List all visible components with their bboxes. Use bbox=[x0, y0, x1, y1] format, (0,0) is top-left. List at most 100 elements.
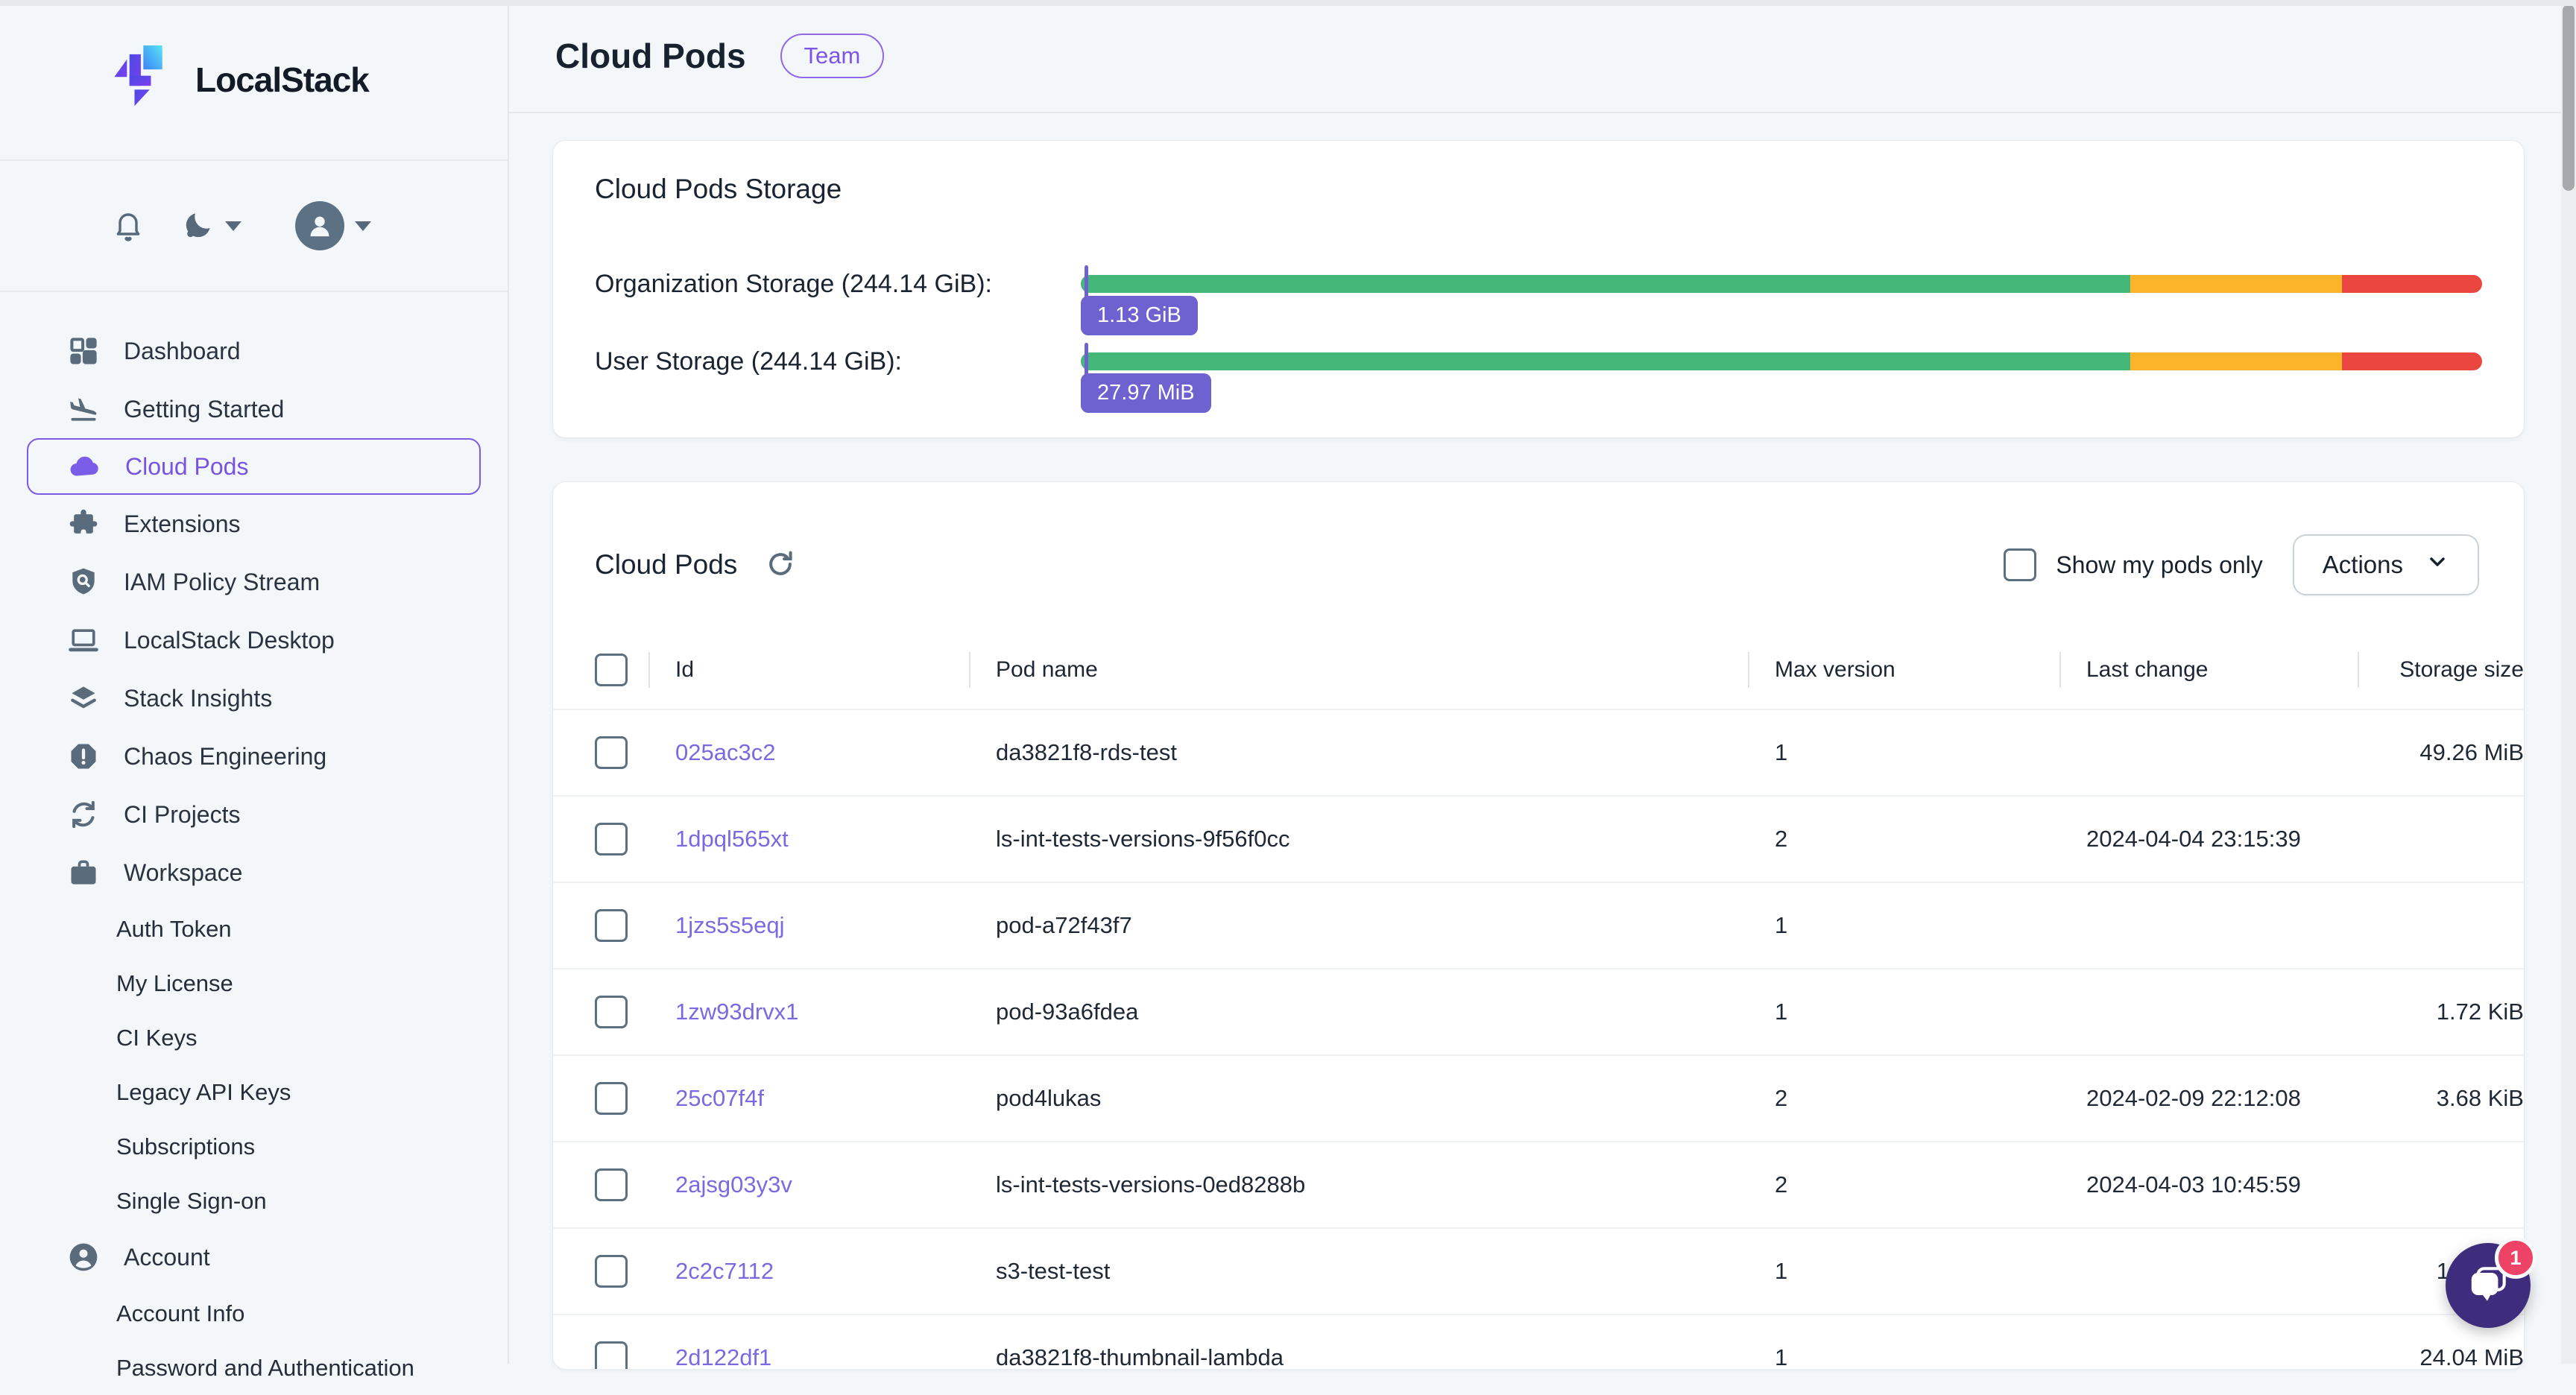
pod-storage-size: 49.26 MiB bbox=[2358, 739, 2524, 766]
avatar bbox=[295, 201, 344, 250]
pods-table: Id Pod name Max version Last change Stor… bbox=[553, 631, 2524, 1370]
table-row: 2d122df1 da3821f8-thumbnail-lambda 1 24.… bbox=[553, 1315, 2524, 1370]
refresh-button[interactable] bbox=[764, 548, 797, 583]
sidebar-item-account[interactable]: Account bbox=[0, 1228, 508, 1286]
show-my-pods-label: Show my pods only bbox=[2056, 551, 2262, 579]
sidebar-item-label: Chaos Engineering bbox=[124, 743, 326, 771]
theme-toggle-button[interactable] bbox=[182, 209, 242, 244]
localstack-logo-icon bbox=[112, 42, 177, 118]
sidebar-item-extensions[interactable]: Extensions bbox=[0, 495, 508, 553]
sidebar-item-cloud-pods[interactable]: Cloud Pods bbox=[27, 438, 481, 495]
bar-segment-amber bbox=[2130, 275, 2342, 293]
sidebar-icon-bar bbox=[0, 161, 508, 292]
sidebar-item-label: Subscriptions bbox=[116, 1133, 255, 1160]
sidebar: LocalStack bbox=[0, 0, 509, 1364]
sidebar-item-iam-policy-stream[interactable]: IAM Policy Stream bbox=[0, 553, 508, 611]
pod-id-link[interactable]: 025ac3c2 bbox=[675, 739, 775, 766]
sidebar-item-localstack-desktop[interactable]: LocalStack Desktop bbox=[0, 611, 508, 669]
logo[interactable]: LocalStack bbox=[0, 0, 508, 161]
pod-id-link[interactable]: 1zw93drvx1 bbox=[675, 999, 798, 1025]
laptop-icon bbox=[66, 622, 101, 658]
sidebar-item-account-info[interactable]: Account Info bbox=[0, 1286, 508, 1341]
table-header-row: Id Pod name Max version Last change Stor… bbox=[553, 631, 2524, 710]
sidebar-item-label: Getting Started bbox=[124, 396, 284, 423]
sidebar-item-single-sign-on[interactable]: Single Sign-on bbox=[0, 1174, 508, 1228]
bar-segment-amber bbox=[2130, 352, 2342, 370]
sidebar-item-password-and-authentication[interactable]: Password and Authentication bbox=[0, 1341, 508, 1395]
alert-octagon-icon bbox=[66, 738, 101, 774]
sidebar-item-label: CI Projects bbox=[124, 801, 240, 829]
sidebar-item-label: Single Sign-on bbox=[116, 1188, 267, 1215]
scrollbar-track[interactable] bbox=[2561, 0, 2576, 1364]
pod-id-link[interactable]: 25c07f4f bbox=[675, 1085, 764, 1112]
pod-max-version: 1 bbox=[1748, 739, 2059, 766]
show-my-pods-checkbox[interactable] bbox=[2004, 548, 2036, 581]
sidebar-item-label: LocalStack Desktop bbox=[124, 627, 335, 654]
chevron-down-icon bbox=[2425, 550, 2449, 580]
chat-widget-button[interactable]: 1 bbox=[2446, 1243, 2531, 1328]
sidebar-item-subscriptions[interactable]: Subscriptions bbox=[0, 1119, 508, 1174]
pod-name: ls-int-tests-versions-9f56f0cc bbox=[969, 826, 1748, 852]
pod-max-version: 1 bbox=[1748, 1344, 2059, 1370]
page-title: Cloud Pods bbox=[555, 36, 746, 76]
row-checkbox[interactable] bbox=[595, 823, 628, 855]
column-header-max-version: Max version bbox=[1748, 652, 2059, 688]
sidebar-item-getting-started[interactable]: Getting Started bbox=[0, 380, 508, 438]
row-checkbox[interactable] bbox=[595, 909, 628, 942]
notifications-button[interactable] bbox=[110, 207, 146, 245]
sidebar-item-stack-insights[interactable]: Stack Insights bbox=[0, 669, 508, 727]
pod-id-link[interactable]: 1jzs5s5eqj bbox=[675, 912, 784, 939]
pod-name: da3821f8-rds-test bbox=[969, 739, 1748, 766]
pod-name: pod4lukas bbox=[969, 1085, 1748, 1112]
sidebar-item-ci-keys[interactable]: CI Keys bbox=[0, 1010, 508, 1065]
sidebar-item-dashboard[interactable]: Dashboard bbox=[0, 322, 508, 380]
user-storage-label: User Storage (244.14 GiB): bbox=[595, 347, 1081, 376]
row-checkbox[interactable] bbox=[595, 1082, 628, 1115]
select-all-checkbox[interactable] bbox=[595, 654, 628, 686]
moon-icon bbox=[182, 209, 215, 244]
pod-storage-size: 3.68 KiB bbox=[2358, 1085, 2524, 1112]
sidebar-item-ci-projects[interactable]: CI Projects bbox=[0, 785, 508, 844]
dashboard-icon bbox=[66, 333, 101, 369]
pod-id-link[interactable]: 2c2c7112 bbox=[675, 1258, 774, 1285]
sidebar-item-auth-token[interactable]: Auth Token bbox=[0, 902, 508, 956]
sidebar-item-label: Account bbox=[124, 1244, 210, 1271]
pod-name: da3821f8-thumbnail-lambda bbox=[969, 1344, 1748, 1370]
sidebar-item-label: Stack Insights bbox=[124, 685, 272, 712]
scrollbar-thumb[interactable] bbox=[2563, 4, 2575, 191]
sidebar-item-label: My License bbox=[116, 970, 233, 997]
pod-storage-size: 24.04 MiB bbox=[2358, 1344, 2524, 1370]
organization-storage-row: Organization Storage (244.14 GiB): 1.13 … bbox=[595, 269, 2482, 299]
sidebar-item-workspace[interactable]: Workspace bbox=[0, 844, 508, 902]
bar-segment-red bbox=[2342, 352, 2482, 370]
column-header-last-change: Last change bbox=[2059, 652, 2358, 688]
pod-max-version: 2 bbox=[1748, 1171, 2059, 1198]
pod-max-version: 1 bbox=[1748, 999, 2059, 1025]
row-checkbox[interactable] bbox=[595, 1255, 628, 1288]
puzzle-icon bbox=[66, 506, 101, 542]
actions-button[interactable]: Actions bbox=[2293, 534, 2479, 595]
team-badge: Team bbox=[780, 34, 885, 78]
person-circle-icon bbox=[66, 1239, 101, 1275]
account-menu-button[interactable] bbox=[295, 201, 371, 250]
table-row: 2ajsg03y3v ls-int-tests-versions-0ed8288… bbox=[553, 1142, 2524, 1229]
shield-search-icon bbox=[66, 564, 101, 600]
sidebar-item-chaos-engineering[interactable]: Chaos Engineering bbox=[0, 727, 508, 785]
pod-id-link[interactable]: 1dpql565xt bbox=[675, 826, 789, 852]
table-row: 1dpql565xt ls-int-tests-versions-9f56f0c… bbox=[553, 797, 2524, 883]
refresh-icon bbox=[764, 548, 797, 583]
sidebar-item-label: CI Keys bbox=[116, 1025, 198, 1051]
table-row: 025ac3c2 da3821f8-rds-test 1 49.26 MiB bbox=[553, 710, 2524, 797]
sidebar-item-legacy-api-keys[interactable]: Legacy API Keys bbox=[0, 1065, 508, 1119]
table-row: 25c07f4f pod4lukas 2 2024-02-09 22:12:08… bbox=[553, 1056, 2524, 1142]
pod-id-link[interactable]: 2d122df1 bbox=[675, 1344, 771, 1370]
pod-id-link[interactable]: 2ajsg03y3v bbox=[675, 1171, 792, 1198]
sidebar-item-my-license[interactable]: My License bbox=[0, 956, 508, 1010]
pod-storage-size: 1.72 KiB bbox=[2358, 999, 2524, 1025]
row-checkbox[interactable] bbox=[595, 1168, 628, 1201]
row-checkbox[interactable] bbox=[595, 1341, 628, 1370]
table-row: 1zw93drvx1 pod-93a6fdea 1 1.72 KiB bbox=[553, 969, 2524, 1056]
row-checkbox[interactable] bbox=[595, 996, 628, 1028]
sidebar-item-label: IAM Policy Stream bbox=[124, 569, 320, 596]
row-checkbox[interactable] bbox=[595, 736, 628, 769]
